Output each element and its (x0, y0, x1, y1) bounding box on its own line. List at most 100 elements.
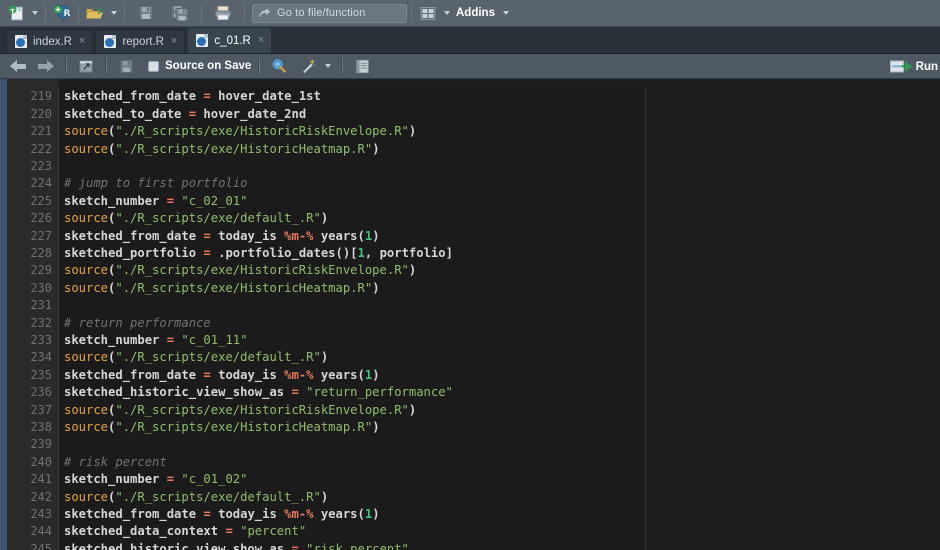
arrow-left-icon (10, 60, 26, 72)
new-file-button[interactable] (4, 2, 28, 25)
code-line[interactable]: 226 source("./R_scripts/exe/default_.R") (0, 210, 940, 227)
code-line[interactable]: 240 # risk percent (0, 453, 940, 470)
r-file-icon (196, 34, 209, 47)
tab-c-01-r[interactable]: c_01.R × (187, 27, 273, 53)
code-line[interactable]: 244 sketched_data_context = "percent" (0, 523, 940, 540)
new-file-caret-icon[interactable] (28, 2, 41, 24)
code-token-str: "./R_scripts/exe/default_.R" (115, 489, 321, 504)
code-line[interactable]: 229 source("./R_scripts/exe/HistoricRiskE… (0, 262, 940, 279)
code-token-op: = (203, 367, 211, 382)
code-line[interactable]: 225 sketch_number = "c_02_01" (0, 192, 940, 209)
code-line[interactable]: 234 source("./R_scripts/exe/default_.R") (0, 349, 940, 366)
code-line[interactable]: 221 source("./R_scripts/exe/HistoricRiskE… (0, 123, 940, 140)
code-line-text: source("./R_scripts/exe/HistoricHeatmap.… (64, 281, 380, 295)
code-line[interactable]: 220 sketched_to_date = hover_date_2nd (0, 105, 940, 122)
code-line[interactable]: 242 source("./R_scripts/exe/default_.R") (0, 488, 940, 505)
code-line-text: sketched_historic_view_show_as = "return… (64, 385, 453, 399)
code-token-id: today_is (210, 507, 285, 522)
workspace-panes-caret-icon[interactable] (440, 2, 453, 24)
addins-caret-icon[interactable] (500, 2, 513, 24)
code-token-fn: source (64, 420, 109, 435)
line-number: 237 (30, 402, 52, 417)
code-line[interactable]: 228 sketched_portfolio = .portfolio_dates… (0, 244, 940, 261)
line-number: 219 (30, 89, 52, 104)
tab-index-r[interactable]: index.R × (6, 29, 94, 53)
code-token-op: = (166, 333, 175, 348)
code-tools-caret-icon[interactable] (321, 55, 334, 77)
code-line[interactable]: 241 sketch_number = "c_01_02" (0, 471, 940, 488)
code-line[interactable]: 237 source("./R_scripts/exe/HistoricRiskE… (0, 401, 940, 418)
code-line[interactable]: 236 sketched_historic_view_show_as = "ret… (0, 384, 940, 401)
back-button[interactable] (6, 55, 30, 78)
tab-close-icon[interactable]: × (79, 36, 85, 47)
code-line-text: source("./R_scripts/exe/HistoricRiskEnve… (64, 124, 416, 138)
new-project-button[interactable]: R (50, 2, 74, 25)
code-content[interactable]: 218source("./R_scripts/exe/default_.R")2… (0, 79, 940, 550)
magic-wand-icon (302, 58, 317, 73)
code-token-op: = (291, 541, 299, 550)
code-line[interactable]: 239 (0, 436, 940, 453)
line-number: 229 (30, 263, 52, 278)
code-line[interactable]: 219 sketched_from_date = hover_date_1st (0, 88, 940, 105)
editor-tab-bar: index.R × report.R × c_01.R × (0, 27, 940, 54)
line-number: 225 (30, 193, 52, 208)
code-line[interactable]: 243 sketched_from_date = today_is %m-% ye… (0, 505, 940, 522)
code-token-id: portfolio (379, 246, 446, 261)
code-token-pun: ) (372, 420, 380, 435)
code-line[interactable]: 224 # jump to first portfolio (0, 175, 940, 192)
show-in-new-window-button[interactable] (74, 55, 98, 78)
code-token-op: = (203, 228, 211, 243)
toolbar-separator (201, 4, 202, 22)
code-token-id: today_is (210, 228, 285, 243)
line-number: 221 (30, 124, 52, 139)
r-file-icon (104, 35, 117, 48)
line-number: 233 (30, 333, 52, 348)
code-line[interactable]: 233 sketch_number = "c_01_11" (0, 331, 940, 348)
addins-button[interactable]: Addins (456, 7, 495, 19)
code-line[interactable]: 227 sketched_from_date = today_is %m-% ye… (0, 227, 940, 244)
tab-report-r[interactable]: report.R × (95, 29, 186, 53)
panes-icon (420, 6, 436, 20)
tab-close-icon[interactable]: × (258, 35, 264, 46)
source-on-save-checkbox[interactable] (148, 60, 159, 72)
tab-close-icon[interactable]: × (171, 36, 177, 47)
code-line-text: # risk percent (64, 455, 167, 469)
save-icon (119, 59, 133, 73)
code-line[interactable]: 230 source("./R_scripts/exe/HistoricHeatm… (0, 279, 940, 296)
code-line[interactable]: 223 (0, 157, 940, 174)
open-file-button[interactable] (83, 2, 107, 25)
save-button[interactable] (134, 2, 158, 25)
code-token-str: "./R_scripts/exe/HistoricHeatmap.R" (115, 420, 373, 435)
code-token-id: sketch_number (64, 472, 167, 487)
code-line[interactable]: 238 source("./R_scripts/exe/HistoricHeatm… (0, 418, 940, 435)
print-button[interactable] (211, 2, 235, 25)
forward-button[interactable] (34, 55, 58, 78)
code-token-id: sketched_to_date (64, 106, 189, 121)
workspace-panes-button[interactable] (416, 2, 440, 25)
line-number: 243 (30, 507, 52, 522)
code-line-text: source("./R_scripts/exe/default_.R") (64, 490, 328, 504)
source-on-save-toggle[interactable]: Source on Save (148, 60, 251, 72)
code-line[interactable]: 232 # return performance (0, 314, 940, 331)
code-line[interactable]: 245 sketched_historic_view_show_as = "ris… (0, 540, 940, 550)
save-all-button[interactable] (168, 2, 192, 25)
run-button[interactable]: Run (889, 54, 940, 79)
code-token-fn: source (64, 350, 109, 365)
code-editor[interactable]: 218source("./R_scripts/exe/default_.R")2… (0, 79, 940, 550)
toolbar-separator (258, 58, 261, 74)
code-line[interactable]: 222 source("./R_scripts/exe/HistoricHeatm… (0, 140, 940, 157)
compile-report-button[interactable] (350, 55, 374, 78)
save-document-button[interactable] (114, 55, 138, 78)
code-tools-button[interactable] (297, 55, 321, 78)
code-line[interactable]: 235 sketched_from_date = today_is %m-% ye… (0, 366, 940, 383)
r-file-icon (15, 35, 27, 48)
code-line[interactable]: 231 (0, 297, 940, 314)
code-token-pun: ) (408, 402, 417, 417)
open-file-caret-icon[interactable] (107, 2, 120, 24)
code-token-fn: source (64, 280, 109, 295)
source-toolbar: Source on Save Run (0, 54, 940, 79)
find-replace-button[interactable] (267, 55, 291, 78)
goto-file-function-input[interactable]: Go to file/function (252, 3, 407, 23)
code-token-str: "./R_scripts/exe/HistoricRiskEnvelope.R" (115, 124, 409, 139)
code-line-text: sketch_number = "c_01_11" (64, 333, 247, 347)
